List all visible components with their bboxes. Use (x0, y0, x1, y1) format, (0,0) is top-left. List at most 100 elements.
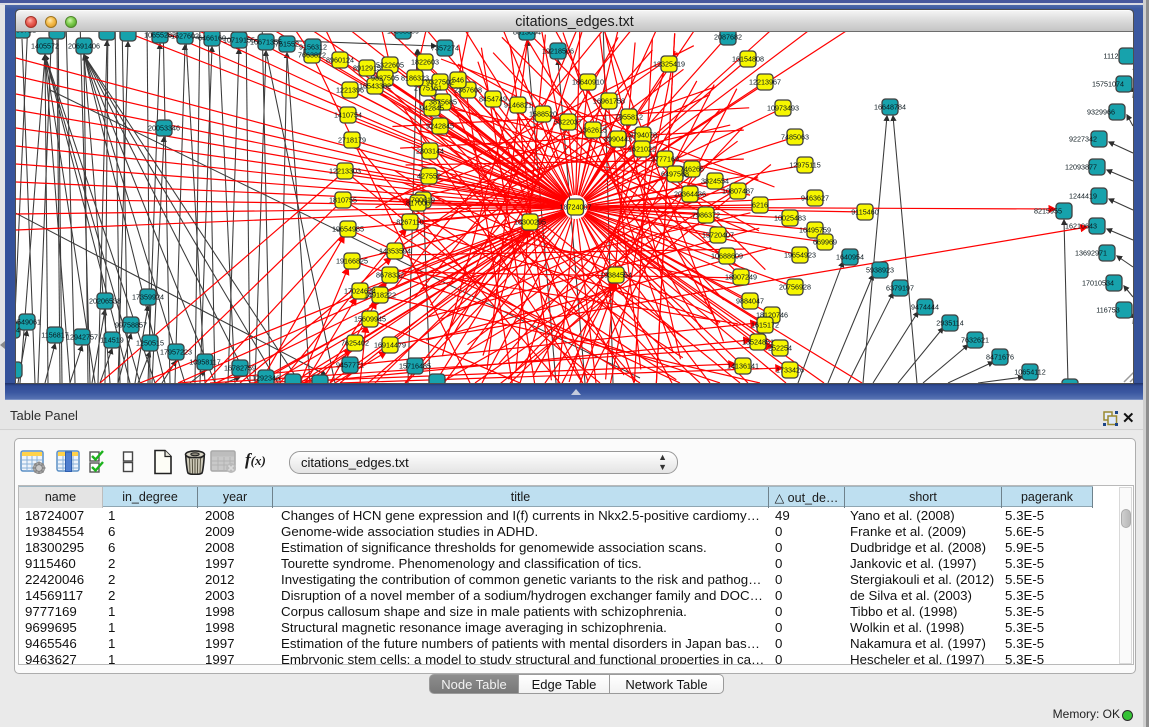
svg-text:13692971: 13692971 (1075, 249, 1107, 258)
svg-text:817006: 817006 (406, 199, 430, 208)
svg-text:8813054: 8813054 (513, 32, 541, 37)
svg-text:9329966: 9329966 (1087, 108, 1115, 117)
svg-text:8454749: 8454749 (479, 95, 507, 104)
svg-text:18120746: 18120746 (756, 311, 788, 320)
svg-text:1405572: 1405572 (31, 42, 59, 51)
svg-text:19654923: 19654923 (784, 251, 816, 260)
svg-text:6216: 6216 (752, 201, 768, 210)
svg-text:18640910: 18640910 (572, 78, 604, 87)
svg-text:8471676: 8471676 (986, 353, 1014, 362)
svg-text:9474444: 9474444 (911, 303, 939, 312)
svg-text:10654112: 10654112 (1014, 368, 1045, 377)
svg-text:20364436: 20364436 (674, 190, 706, 199)
svg-text:7955812: 7955812 (615, 113, 643, 122)
svg-text:9227342: 9227342 (1069, 135, 1097, 144)
svg-text:9463627: 9463627 (801, 194, 829, 203)
svg-text:1156817: 1156817 (41, 331, 68, 340)
svg-text:2455721: 2455721 (16, 32, 36, 35)
svg-text:1292346: 1292346 (252, 374, 280, 383)
svg-text:10973493: 10973493 (767, 104, 799, 113)
svg-text:15751074: 15751074 (1092, 80, 1124, 89)
svg-text:19218506: 19218506 (542, 47, 574, 56)
svg-text:7632621: 7632621 (961, 336, 989, 345)
svg-text:9457771: 9457771 (336, 361, 364, 370)
svg-text:7485063: 7485063 (781, 133, 809, 142)
svg-text:9156312: 9156312 (299, 43, 327, 52)
svg-text:8186323: 8186323 (401, 74, 429, 83)
svg-text:16495759: 16495759 (799, 226, 831, 235)
svg-text:8678332: 8678332 (376, 271, 404, 280)
svg-text:18907249: 18907249 (725, 273, 757, 282)
svg-text:14353594: 14353594 (379, 247, 411, 256)
svg-text:7357274: 7357274 (431, 44, 459, 53)
svg-text:1621022: 1621022 (628, 145, 656, 154)
svg-text:114519: 114519 (100, 336, 123, 345)
svg-text:17957223: 17957223 (160, 348, 192, 357)
svg-text:1733426: 1733426 (776, 366, 804, 375)
svg-text:9914: 9914 (16, 326, 20, 335)
svg-text:17010534: 17010534 (1082, 279, 1114, 288)
svg-text:1822603: 1822603 (411, 58, 439, 67)
svg-text:10688609: 10688609 (711, 252, 743, 261)
svg-text:20206538: 20206538 (89, 297, 121, 306)
svg-text:7663822: 7663822 (298, 51, 326, 60)
svg-text:18300295: 18300295 (514, 218, 546, 227)
svg-text:12213967: 12213967 (749, 78, 781, 87)
svg-text:99758857: 99758857 (115, 321, 147, 330)
svg-text:2718179: 2718179 (338, 136, 366, 145)
svg-text:10958117: 10958117 (189, 358, 220, 367)
svg-text:18724007: 18724007 (560, 203, 592, 212)
svg-text:3824554: 3824554 (701, 177, 729, 186)
svg-text:546: 546 (452, 76, 464, 85)
svg-text:19384554: 19384554 (600, 271, 632, 280)
svg-text:20053346: 20053346 (148, 124, 180, 133)
svg-text:669969: 669969 (813, 238, 837, 247)
svg-text:1810755: 1810755 (329, 196, 357, 205)
svg-text:10025483: 10025483 (774, 214, 806, 223)
svg-text:12213303: 12213303 (329, 167, 361, 176)
svg-text:15716485: 15716485 (399, 362, 431, 371)
svg-text:1640954: 1640954 (836, 253, 864, 262)
svg-text:6497568: 6497568 (661, 170, 689, 179)
svg-text:12975115: 12975115 (789, 161, 820, 170)
svg-text:427552: 427552 (417, 172, 441, 181)
svg-text:6549061: 6549061 (16, 318, 41, 327)
svg-text:20691406: 20691406 (68, 42, 100, 51)
svg-text:2803144: 2803144 (416, 147, 444, 156)
svg-text:1250515: 1250515 (136, 339, 164, 348)
svg-text:1112: 1112 (1104, 52, 1119, 61)
svg-text:6466160: 6466160 (198, 34, 226, 43)
svg-text:8267110: 8267110 (396, 218, 423, 227)
svg-text:1527602: 1527602 (171, 32, 199, 41)
svg-text:1588520: 1588520 (529, 110, 557, 119)
svg-text:9115460: 9115460 (851, 208, 878, 217)
svg-text:6379197: 6379197 (886, 284, 914, 293)
svg-text:16210643: 16210643 (1065, 222, 1097, 231)
svg-text:5322037: 5322037 (554, 118, 582, 127)
svg-text:19654985: 19654985 (332, 225, 364, 234)
svg-text:12325419: 12325419 (653, 60, 685, 69)
svg-text:16961758: 16961758 (593, 97, 625, 106)
svg-text:9794078: 9794078 (629, 131, 657, 140)
svg-text:5322605: 5322605 (376, 61, 404, 70)
svg-text:10807487: 10807487 (722, 187, 754, 196)
svg-text:16154808: 16154808 (732, 55, 764, 64)
svg-text:252254: 252254 (768, 344, 792, 353)
svg-text:1362615: 1362615 (579, 126, 607, 135)
svg-text:16053809: 16053809 (387, 32, 419, 36)
svg-text:14136141: 14136141 (727, 362, 759, 371)
svg-text:14918222: 14918222 (364, 291, 396, 300)
svg-text:16648784: 16648784 (874, 103, 906, 112)
svg-text:116753: 116753 (1096, 306, 1119, 315)
svg-text:7986372: 7986372 (692, 211, 720, 220)
svg-text:942845: 942845 (420, 104, 444, 113)
svg-text:751552: 751552 (275, 40, 299, 49)
svg-text:2935114: 2935114 (936, 319, 963, 328)
svg-text:7625402: 7625402 (341, 339, 369, 348)
svg-text:1410754: 1410754 (334, 111, 362, 120)
svg-text:16782759: 16782759 (224, 364, 256, 373)
svg-text:9146821: 9146821 (504, 101, 532, 110)
svg-text:8215955: 8215955 (1034, 207, 1062, 216)
svg-text:8960124: 8960124 (326, 56, 354, 65)
svg-text:9777169: 9777169 (651, 155, 679, 164)
